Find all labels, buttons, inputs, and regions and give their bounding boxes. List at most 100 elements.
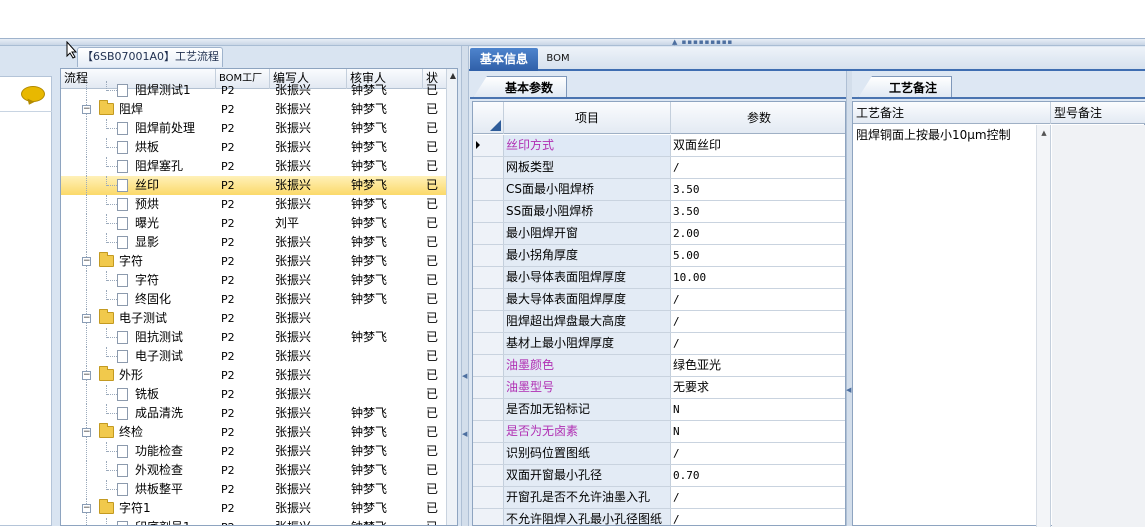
column-header-process-note[interactable]: 工艺备注 — [853, 102, 1051, 124]
param-row[interactable]: 最小导体表面阻焊厚度 10.00 — [473, 267, 845, 289]
collapse-left-arrow-icon[interactable]: ◀ — [846, 386, 851, 394]
column-header-model-note[interactable]: 型号备注 — [1051, 102, 1145, 124]
param-value-cell[interactable]: 3.50 — [671, 179, 845, 200]
tree-folder-row[interactable]: − 阻焊 P2 张振兴 钟梦飞 已 — [61, 100, 446, 119]
param-row[interactable]: CS面最小阻焊桥 3.50 — [473, 179, 845, 201]
param-value-cell[interactable]: 双面丝印 — [671, 135, 845, 156]
tree-row[interactable]: 终固化 P2 张振兴 钟梦飞 已 — [61, 290, 446, 309]
param-row[interactable]: 油墨型号 无要求 — [473, 377, 845, 399]
param-value-cell[interactable]: / — [671, 157, 845, 178]
param-value-cell[interactable]: / — [671, 311, 845, 332]
column-header-item[interactable]: 项目 — [504, 102, 671, 134]
tree-vertical-scrollbar[interactable]: ▲ — [446, 69, 457, 525]
collapse-toggle-icon[interactable]: − — [82, 428, 91, 437]
param-value-cell[interactable]: / — [671, 289, 845, 310]
tree-row[interactable]: 烘板 P2 张振兴 钟梦飞 已 — [61, 138, 446, 157]
param-value-cell[interactable]: N — [671, 421, 845, 442]
row-indicator[interactable] — [473, 223, 504, 244]
param-row[interactable]: 最小阻焊开窗 2.00 — [473, 223, 845, 245]
param-row[interactable]: 识别码位置图纸 / — [473, 443, 845, 465]
collapse-toggle-icon[interactable]: − — [82, 105, 91, 114]
param-row[interactable]: 丝印方式 双面丝印 — [473, 135, 845, 157]
column-header-param[interactable]: 参数 — [671, 102, 845, 134]
tree-row[interactable]: 成品清洗 P2 张振兴 钟梦飞 已 — [61, 404, 446, 423]
tree-row[interactable]: 铣板 P2 张振兴 已 — [61, 385, 446, 404]
collapse-toggle-icon[interactable]: − — [82, 504, 91, 513]
param-value-cell[interactable]: N — [671, 399, 845, 420]
param-row[interactable]: 基材上最小阻焊厚度 / — [473, 333, 845, 355]
tab-bom[interactable]: BOM — [540, 48, 576, 71]
row-indicator[interactable] — [473, 421, 504, 442]
tree-row[interactable]: 阻焊测试1 P2 张振兴 钟梦飞 已 — [61, 81, 446, 100]
row-indicator[interactable] — [473, 157, 504, 178]
tree-row[interactable]: 曝光 P2 刘平 钟梦飞 已 — [61, 214, 446, 233]
tree-folder-row[interactable]: − 终检 P2 张振兴 钟梦飞 已 — [61, 423, 446, 442]
basic-params-section-tab[interactable]: 基本参数 — [473, 76, 567, 98]
param-row[interactable]: 最大导体表面阻焊厚度 / — [473, 289, 845, 311]
tree-folder-row[interactable]: − 字符1 P2 张振兴 钟梦飞 已 — [61, 499, 446, 518]
tree-row[interactable]: 显影 P2 张振兴 钟梦飞 已 — [61, 233, 446, 252]
param-row[interactable]: 最小拐角厚度 5.00 — [473, 245, 845, 267]
row-indicator[interactable] — [473, 399, 504, 420]
row-indicator[interactable] — [473, 333, 504, 354]
scroll-up-arrow-icon[interactable]: ▲ — [447, 71, 457, 85]
tree-row[interactable]: 阻焊塞孔 P2 张振兴 钟梦飞 已 — [61, 157, 446, 176]
collapse-toggle-icon[interactable]: − — [82, 371, 91, 380]
row-indicator[interactable] — [473, 179, 504, 200]
param-value-cell[interactable]: 0.70 — [671, 465, 845, 486]
tree-row[interactable]: 预烘 P2 张振兴 钟梦飞 已 — [61, 195, 446, 214]
param-value-cell[interactable]: 5.00 — [671, 245, 845, 266]
tree-row[interactable]: 印底剂号1 P2 张振兴 钟梦飞 已 — [61, 518, 446, 525]
param-value-cell[interactable]: 3.50 — [671, 201, 845, 222]
param-row[interactable]: 是否加无铅标记 N — [473, 399, 845, 421]
process-tree-grid[interactable]: 流程 BOM工厂 编写人 核审人 状 阻焊测试1 P2 张振兴 钟梦飞已 − 阻焊 P2 张振… — [60, 68, 458, 526]
row-indicator[interactable] — [473, 245, 504, 266]
param-row[interactable]: 是否为无卤素 N — [473, 421, 845, 443]
splitter-grip-icon[interactable]: ▲ ▪▪▪▪▪▪▪▪▪ ▲ — [672, 39, 738, 52]
collapse-toggle-icon[interactable]: − — [82, 314, 91, 323]
row-indicator[interactable] — [473, 135, 504, 156]
param-row[interactable]: 不允许阻焊入孔最小孔径图纸 / — [473, 509, 845, 525]
row-indicator[interactable] — [473, 377, 504, 398]
param-value-cell[interactable]: 无要求 — [671, 377, 845, 398]
params-grid[interactable]: 项目 参数 丝印方式 双面丝印 网板类型 / CS面最小阻焊桥 3.50 SS面最小阻焊桥 3… — [472, 101, 846, 526]
tab-basic-info[interactable]: 基本信息 — [470, 48, 538, 71]
param-row[interactable]: 网板类型 / — [473, 157, 845, 179]
chat-bubble-icon[interactable] — [21, 86, 45, 102]
collapse-left-arrow-icon[interactable]: ◀ — [462, 372, 468, 380]
param-row[interactable]: SS面最小阻焊桥 3.50 — [473, 201, 845, 223]
tree-row[interactable]: 字符 P2 张振兴 钟梦飞 已 — [61, 271, 446, 290]
row-indicator[interactable] — [473, 289, 504, 310]
tree-row[interactable]: 阻焊前处理 P2 张振兴 钟梦飞 已 — [61, 119, 446, 138]
center-splitter[interactable]: ◀ ◀ — [461, 46, 469, 526]
param-value-cell[interactable]: 绿色亚光 — [671, 355, 845, 376]
tree-row[interactable]: 阻抗测试 P2 张振兴 钟梦飞 已 — [61, 328, 446, 347]
param-row[interactable]: 油墨颜色 绿色亚光 — [473, 355, 845, 377]
process-notes-section-tab[interactable]: 工艺备注 — [858, 76, 952, 98]
collapse-toggle-icon[interactable]: − — [82, 257, 91, 266]
row-indicator[interactable] — [473, 443, 504, 464]
row-indicator[interactable] — [473, 509, 504, 525]
param-value-cell[interactable]: / — [671, 509, 845, 525]
select-all-triangle-icon[interactable] — [490, 120, 501, 131]
param-row[interactable]: 双面开窗最小孔径 0.70 — [473, 465, 845, 487]
tree-folder-row[interactable]: − 字符 P2 张振兴 钟梦飞 已 — [61, 252, 446, 271]
row-indicator[interactable] — [473, 465, 504, 486]
process-note-textarea[interactable]: 阻焊铜面上按最小10μm控制 — [856, 126, 1036, 143]
param-value-cell[interactable]: / — [671, 333, 845, 354]
row-indicator[interactable] — [473, 201, 504, 222]
row-indicator[interactable] — [473, 267, 504, 288]
tree-row[interactable]: 外观检查 P2 张振兴 钟梦飞 已 — [61, 461, 446, 480]
process-flow-tab[interactable]: 【6SB07001A0】工艺流程 — [77, 47, 223, 67]
row-indicator[interactable] — [473, 311, 504, 332]
tree-folder-row[interactable]: − 外形 P2 张振兴 已 — [61, 366, 446, 385]
row-indicator[interactable] — [473, 487, 504, 508]
scroll-up-arrow-icon[interactable]: ▲ — [1038, 129, 1050, 137]
param-value-cell[interactable]: / — [671, 443, 845, 464]
param-value-cell[interactable]: / — [671, 487, 845, 508]
param-row[interactable]: 阻焊超出焊盘最大高度 / — [473, 311, 845, 333]
tree-row[interactable]: 烘板整平 P2 张振兴 钟梦飞 已 — [61, 480, 446, 499]
param-value-cell[interactable]: 10.00 — [671, 267, 845, 288]
row-indicator[interactable] — [473, 355, 504, 376]
note-scrollbar[interactable]: ▲ — [1036, 125, 1051, 527]
